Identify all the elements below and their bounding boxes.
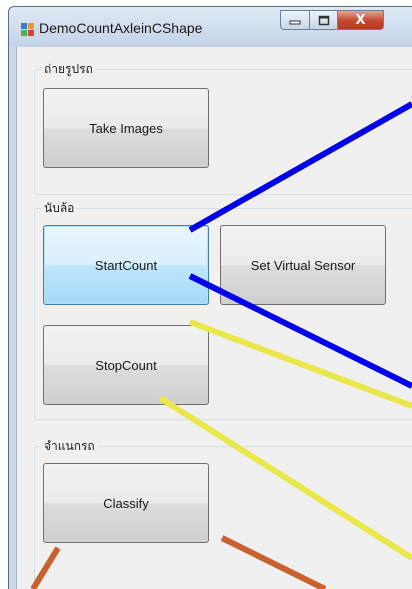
close-button[interactable]: X bbox=[338, 10, 384, 30]
close-icon: X bbox=[355, 12, 366, 28]
capture-group-label: ถ่ายรูปรถ bbox=[41, 61, 96, 77]
start-count-button[interactable]: StartCount bbox=[43, 225, 209, 305]
maximize-button[interactable] bbox=[310, 10, 338, 30]
screenshot-stage: DemoCountAxleinCShape X ถ่ายรูปรถ นับล้อ… bbox=[0, 0, 412, 589]
minimize-button[interactable] bbox=[280, 10, 310, 30]
count-group-label: นับล้อ bbox=[41, 200, 78, 216]
app-window: DemoCountAxleinCShape X ถ่ายรูปรถ นับล้อ… bbox=[8, 6, 412, 589]
caption-buttons: X bbox=[280, 10, 384, 32]
minimize-icon bbox=[289, 20, 301, 25]
title-bar[interactable]: DemoCountAxleinCShape X bbox=[9, 7, 412, 47]
stop-count-button[interactable]: StopCount bbox=[43, 325, 209, 405]
window-title: DemoCountAxleinCShape bbox=[39, 20, 203, 36]
take-images-button[interactable]: Take Images bbox=[43, 88, 209, 168]
form-client-area: ถ่ายรูปรถ นับล้อ จำแนกรถ Take Images Sta… bbox=[16, 47, 412, 589]
maximize-icon bbox=[318, 15, 329, 25]
app-form-icon bbox=[21, 23, 34, 36]
classify-button[interactable]: Classify bbox=[43, 463, 209, 543]
set-virtual-sensor-button[interactable]: Set Virtual Sensor bbox=[220, 225, 386, 305]
classify-group-label: จำแนกรถ bbox=[41, 438, 98, 454]
